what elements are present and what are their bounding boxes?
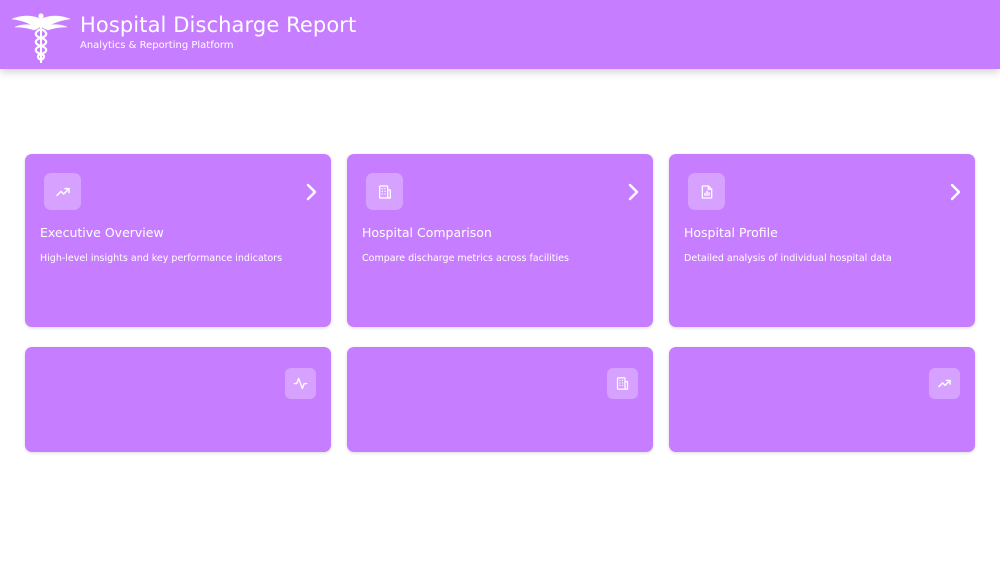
page-subtitle: Analytics & Reporting Platform (80, 40, 234, 51)
card-hospital-profile[interactable]: Hospital Profile Detailed analysis of in… (669, 154, 975, 327)
card-secondary-hospital[interactable] (347, 347, 653, 452)
card-executive-overview[interactable]: Executive Overview High-level insights a… (25, 154, 331, 327)
hospital-building-icon (616, 377, 629, 390)
card-icon-box (688, 173, 725, 210)
card-icon-box (929, 368, 960, 399)
app-header: Hospital Discharge Report Analytics & Re… (0, 0, 1000, 69)
card-hospital-comparison[interactable]: Hospital Comparison Compare discharge me… (347, 154, 653, 327)
card-title: Hospital Comparison (362, 225, 492, 240)
card-title: Hospital Profile (684, 225, 778, 240)
card-icon-box (285, 368, 316, 399)
chevron-right-icon (950, 183, 961, 201)
card-description: High-level insights and key performance … (40, 253, 283, 264)
chevron-right-icon (628, 183, 639, 201)
caduceus-icon (11, 13, 71, 63)
card-description: Compare discharge metrics across facilit… (362, 253, 569, 264)
activity-pulse-icon (293, 377, 308, 390)
page-title: Hospital Discharge Report (80, 13, 357, 37)
hospital-building-icon (378, 184, 391, 199)
trending-up-icon (55, 187, 70, 196)
card-secondary-activity[interactable] (25, 347, 331, 452)
card-icon-box (44, 173, 81, 210)
card-icon-box (607, 368, 638, 399)
chevron-right-icon (306, 183, 317, 201)
card-description: Detailed analysis of individual hospital… (684, 253, 892, 264)
card-title: Executive Overview (40, 225, 164, 240)
card-secondary-trending[interactable] (669, 347, 975, 452)
trending-up-icon (938, 379, 951, 388)
card-icon-box (366, 173, 403, 210)
document-chart-icon (701, 184, 712, 199)
